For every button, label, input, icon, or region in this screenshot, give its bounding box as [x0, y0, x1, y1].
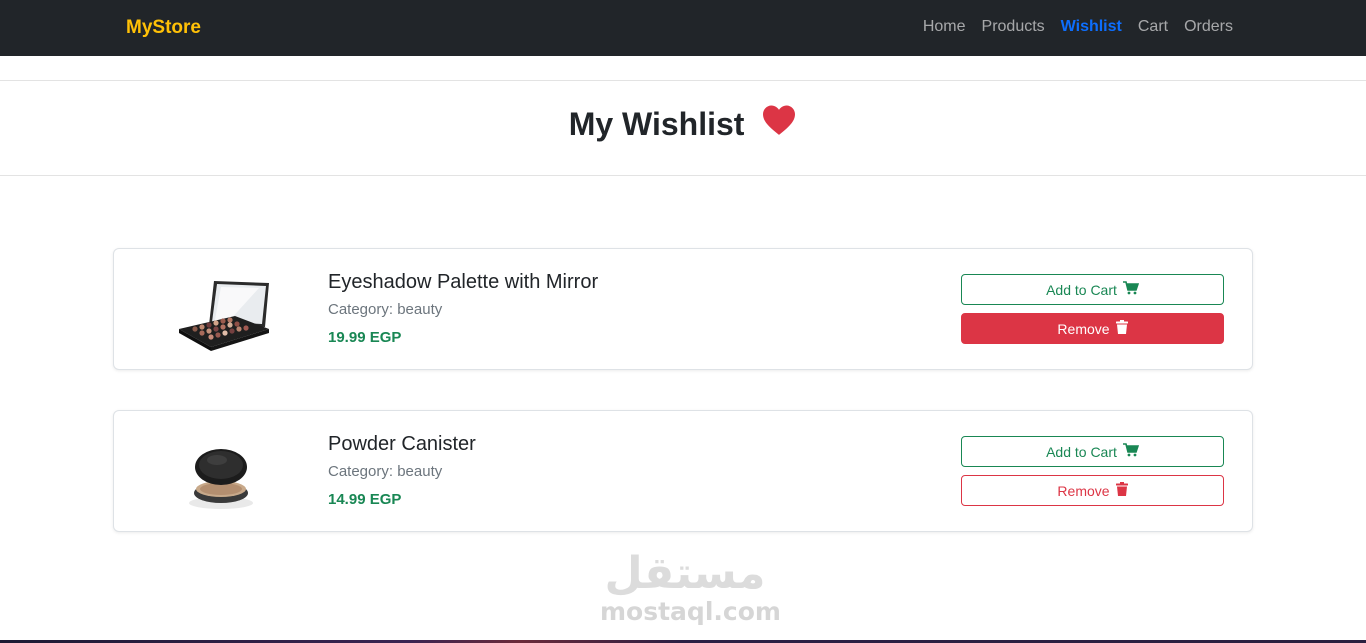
item-name: Powder Canister	[328, 433, 476, 455]
watermark: مستقل mostaql.com	[600, 548, 781, 626]
nav-wishlist[interactable]: Wishlist	[1061, 18, 1122, 36]
remove-label: Remove	[1057, 320, 1110, 337]
watermark-arabic: مستقل	[604, 548, 766, 599]
nav-home[interactable]: Home	[923, 18, 966, 36]
trash-icon	[1115, 482, 1128, 499]
remove-label: Remove	[1057, 482, 1110, 499]
item-category-label: Category:	[328, 463, 394, 480]
brand-logo[interactable]: MyStore	[126, 17, 201, 39]
add-to-cart-label: Add to Cart	[1046, 281, 1117, 298]
wishlist-item: Eyeshadow Palette with Mirror Category: …	[113, 248, 1253, 370]
watermark-latin: mostaql.com	[600, 597, 781, 626]
page-title-text: My Wishlist	[568, 106, 745, 142]
wishlist-item: Powder Canister Category: beauty 14.99 E…	[113, 410, 1253, 532]
remove-button[interactable]: Remove	[961, 313, 1224, 344]
item-category-label: Category:	[328, 301, 394, 318]
item-category-value: beauty	[397, 301, 443, 318]
navbar: MyStore Home Products Wishlist Cart Orde…	[0, 0, 1366, 56]
trash-icon	[1115, 320, 1128, 337]
page-title: My Wishlist	[0, 104, 1366, 147]
eyeshadow-palette-image[interactable]	[169, 269, 274, 354]
heart-icon	[761, 104, 797, 144]
item-price: 14.99 EGP	[328, 491, 402, 508]
cart-icon	[1122, 443, 1140, 460]
remove-button[interactable]: Remove	[961, 475, 1224, 506]
add-to-cart-label: Add to Cart	[1046, 443, 1117, 460]
cart-icon	[1122, 281, 1140, 298]
nav-products[interactable]: Products	[982, 18, 1045, 36]
nav-orders[interactable]: Orders	[1184, 18, 1233, 36]
nav-links: Home Products Wishlist Cart Orders	[907, 18, 1233, 36]
header-divider-top	[0, 80, 1366, 81]
powder-canister-image[interactable]	[169, 431, 274, 516]
add-to-cart-button[interactable]: Add to Cart	[961, 274, 1224, 305]
nav-cart[interactable]: Cart	[1138, 18, 1168, 36]
item-category-value: beauty	[397, 463, 443, 480]
item-category: Category: beauty	[328, 463, 442, 480]
item-price: 19.99 EGP	[328, 329, 402, 346]
item-name: Eyeshadow Palette with Mirror	[328, 271, 599, 293]
header-divider-bottom	[0, 175, 1366, 176]
add-to-cart-button[interactable]: Add to Cart	[961, 436, 1224, 467]
item-category: Category: beauty	[328, 301, 442, 318]
